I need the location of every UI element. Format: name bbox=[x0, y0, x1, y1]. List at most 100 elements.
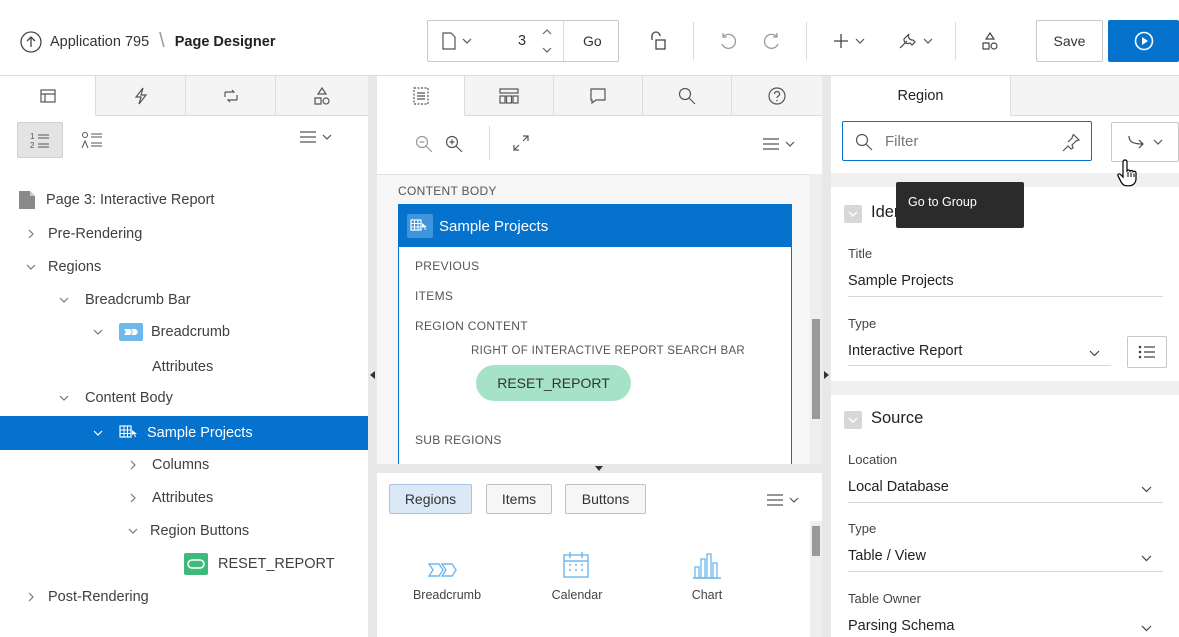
gallery-tab-regions[interactable]: Regions bbox=[389, 484, 472, 514]
reset-report-button[interactable]: RESET_REPORT bbox=[476, 365, 631, 401]
collapse-icon[interactable] bbox=[844, 411, 862, 429]
tree-node-columns[interactable]: Columns bbox=[0, 449, 368, 481]
pin-icon[interactable] bbox=[1061, 132, 1081, 152]
chevron-down-icon[interactable] bbox=[91, 325, 105, 339]
scrollbar-thumb[interactable] bbox=[812, 319, 820, 419]
menu-button[interactable] bbox=[300, 131, 332, 143]
hamburger-icon bbox=[300, 131, 316, 143]
chevron-down-icon[interactable] bbox=[91, 426, 105, 440]
tree-node-pre-rendering[interactable]: Pre-Rendering bbox=[0, 218, 368, 250]
region-header[interactable]: Sample Projects bbox=[399, 205, 791, 247]
tree-node-attributes[interactable]: Attributes bbox=[0, 351, 368, 383]
plus-icon bbox=[833, 33, 849, 49]
chevron-down-icon[interactable] bbox=[126, 524, 140, 538]
tree-label: RESET_REPORT bbox=[218, 556, 335, 572]
collapse-icon[interactable] bbox=[844, 205, 862, 223]
tab-layout[interactable] bbox=[377, 76, 465, 116]
source-type-select[interactable]: Table / View bbox=[848, 543, 1163, 572]
page-selector[interactable]: 3 Go bbox=[427, 20, 619, 62]
right-splitter[interactable] bbox=[822, 76, 831, 637]
gallery-tab-buttons[interactable]: Buttons bbox=[565, 484, 646, 514]
tab-processing[interactable] bbox=[186, 76, 276, 116]
create-menu-button[interactable] bbox=[825, 20, 873, 62]
table-owner-select[interactable]: Parsing Schema bbox=[848, 613, 1163, 637]
breadcrumb-separator: \ bbox=[159, 30, 165, 52]
tab-page-search[interactable] bbox=[465, 76, 554, 116]
chevron-right-icon[interactable] bbox=[126, 491, 140, 505]
gallery-scrollbar[interactable] bbox=[810, 521, 822, 637]
chevron-right-icon[interactable] bbox=[126, 458, 140, 472]
tab-shared-components[interactable] bbox=[276, 76, 368, 116]
gallery-item-breadcrumb[interactable]: Breadcrumb bbox=[397, 554, 497, 614]
tooltip: Go to Group bbox=[896, 182, 1024, 228]
search-icon bbox=[678, 87, 696, 105]
page-stepper[interactable] bbox=[541, 25, 553, 57]
tree-node-attributes-ir[interactable]: Attributes bbox=[0, 482, 368, 514]
undo-icon[interactable] bbox=[713, 20, 743, 62]
region-content-label: REGION CONTENT bbox=[415, 319, 528, 333]
run-button[interactable] bbox=[1108, 20, 1179, 62]
chevron-right-icon[interactable] bbox=[24, 227, 38, 241]
comment-icon bbox=[590, 87, 606, 104]
collapse-down-icon[interactable] bbox=[595, 466, 603, 471]
gallery-tab-items[interactable]: Items bbox=[486, 484, 552, 514]
title-field[interactable]: Sample Projects bbox=[848, 273, 954, 289]
tree-node-post-rendering[interactable]: Post-Rendering bbox=[0, 581, 368, 613]
tree-node-reset-report[interactable]: RESET_REPORT bbox=[0, 548, 368, 580]
type-value: Interactive Report bbox=[848, 343, 963, 359]
shared-components-icon[interactable] bbox=[975, 20, 1005, 62]
region-sample-projects[interactable]: Sample Projects PREVIOUS ITEMS REGION CO… bbox=[398, 204, 792, 464]
scrollbar-thumb[interactable] bbox=[812, 526, 820, 556]
tab-dynamic-actions[interactable] bbox=[96, 76, 186, 116]
sort-order-button[interactable]: 12 bbox=[17, 122, 63, 158]
save-button[interactable]: Save bbox=[1036, 20, 1103, 62]
gallery-splitter[interactable] bbox=[377, 464, 822, 473]
expand-icon[interactable] bbox=[512, 134, 530, 152]
app-link[interactable]: Application 795 \ Page Designer bbox=[20, 30, 275, 53]
group-source[interactable]: Source bbox=[831, 397, 1179, 441]
chevron-down-icon[interactable] bbox=[57, 391, 71, 405]
tooltip-text: Go to Group bbox=[908, 195, 977, 209]
tab-region[interactable]: Region bbox=[831, 76, 1011, 116]
gallery-menu-button[interactable] bbox=[767, 494, 799, 506]
list-of-values-button[interactable] bbox=[1127, 336, 1167, 368]
gallery-item-calendar[interactable]: Calendar bbox=[527, 551, 627, 614]
canvas-scrollbar[interactable] bbox=[810, 174, 822, 464]
go-to-group-button[interactable] bbox=[1111, 122, 1179, 162]
button-icon bbox=[184, 553, 208, 575]
redo-icon[interactable] bbox=[757, 20, 787, 62]
gallery-item-chart[interactable]: Chart bbox=[657, 551, 757, 614]
chevron-down-icon[interactable] bbox=[462, 38, 472, 44]
page-number-input[interactable]: 3 bbox=[518, 33, 526, 49]
zoom-in-icon[interactable] bbox=[445, 135, 463, 153]
left-splitter[interactable] bbox=[368, 76, 377, 637]
utilities-menu-button[interactable] bbox=[890, 20, 940, 62]
chevron-right-icon[interactable] bbox=[24, 590, 38, 604]
tree-node-regions[interactable]: Regions bbox=[0, 251, 368, 283]
tree-node-region-buttons[interactable]: Region Buttons bbox=[0, 515, 368, 547]
collapse-right-icon[interactable] bbox=[824, 371, 829, 379]
tab-rendering[interactable] bbox=[0, 76, 96, 116]
unlock-icon[interactable] bbox=[642, 20, 674, 62]
layout-menu-button[interactable] bbox=[763, 138, 795, 150]
tree-node-page[interactable]: Page 3: Interactive Report bbox=[0, 184, 368, 216]
type-select[interactable]: Interactive Report bbox=[848, 338, 1111, 366]
tree-node-breadcrumb-bar[interactable]: Breadcrumb Bar bbox=[0, 284, 368, 316]
tab-help[interactable] bbox=[732, 76, 822, 116]
alpha-order-button[interactable] bbox=[74, 122, 110, 158]
middle-pane: CONTENT BODY Sample Projects PREVIOUS IT… bbox=[377, 76, 822, 637]
shared-components-icon bbox=[312, 86, 332, 106]
tab-messages[interactable] bbox=[554, 76, 643, 116]
chevron-down-icon[interactable] bbox=[57, 293, 71, 307]
tree-node-content-body[interactable]: Content Body bbox=[0, 382, 368, 414]
chevron-down-icon[interactable] bbox=[24, 260, 38, 274]
go-button[interactable]: Go bbox=[583, 33, 602, 49]
collapse-left-icon[interactable] bbox=[370, 371, 375, 379]
filter-input[interactable]: Filter bbox=[842, 121, 1092, 161]
tab-search[interactable] bbox=[643, 76, 732, 116]
location-select[interactable]: Local Database bbox=[848, 474, 1163, 503]
zoom-out-icon[interactable] bbox=[415, 135, 433, 153]
chevron-down-icon bbox=[855, 38, 865, 44]
tree-node-sample-projects[interactable]: Sample Projects bbox=[0, 416, 368, 450]
tree-node-breadcrumb[interactable]: Breadcrumb bbox=[0, 316, 368, 348]
